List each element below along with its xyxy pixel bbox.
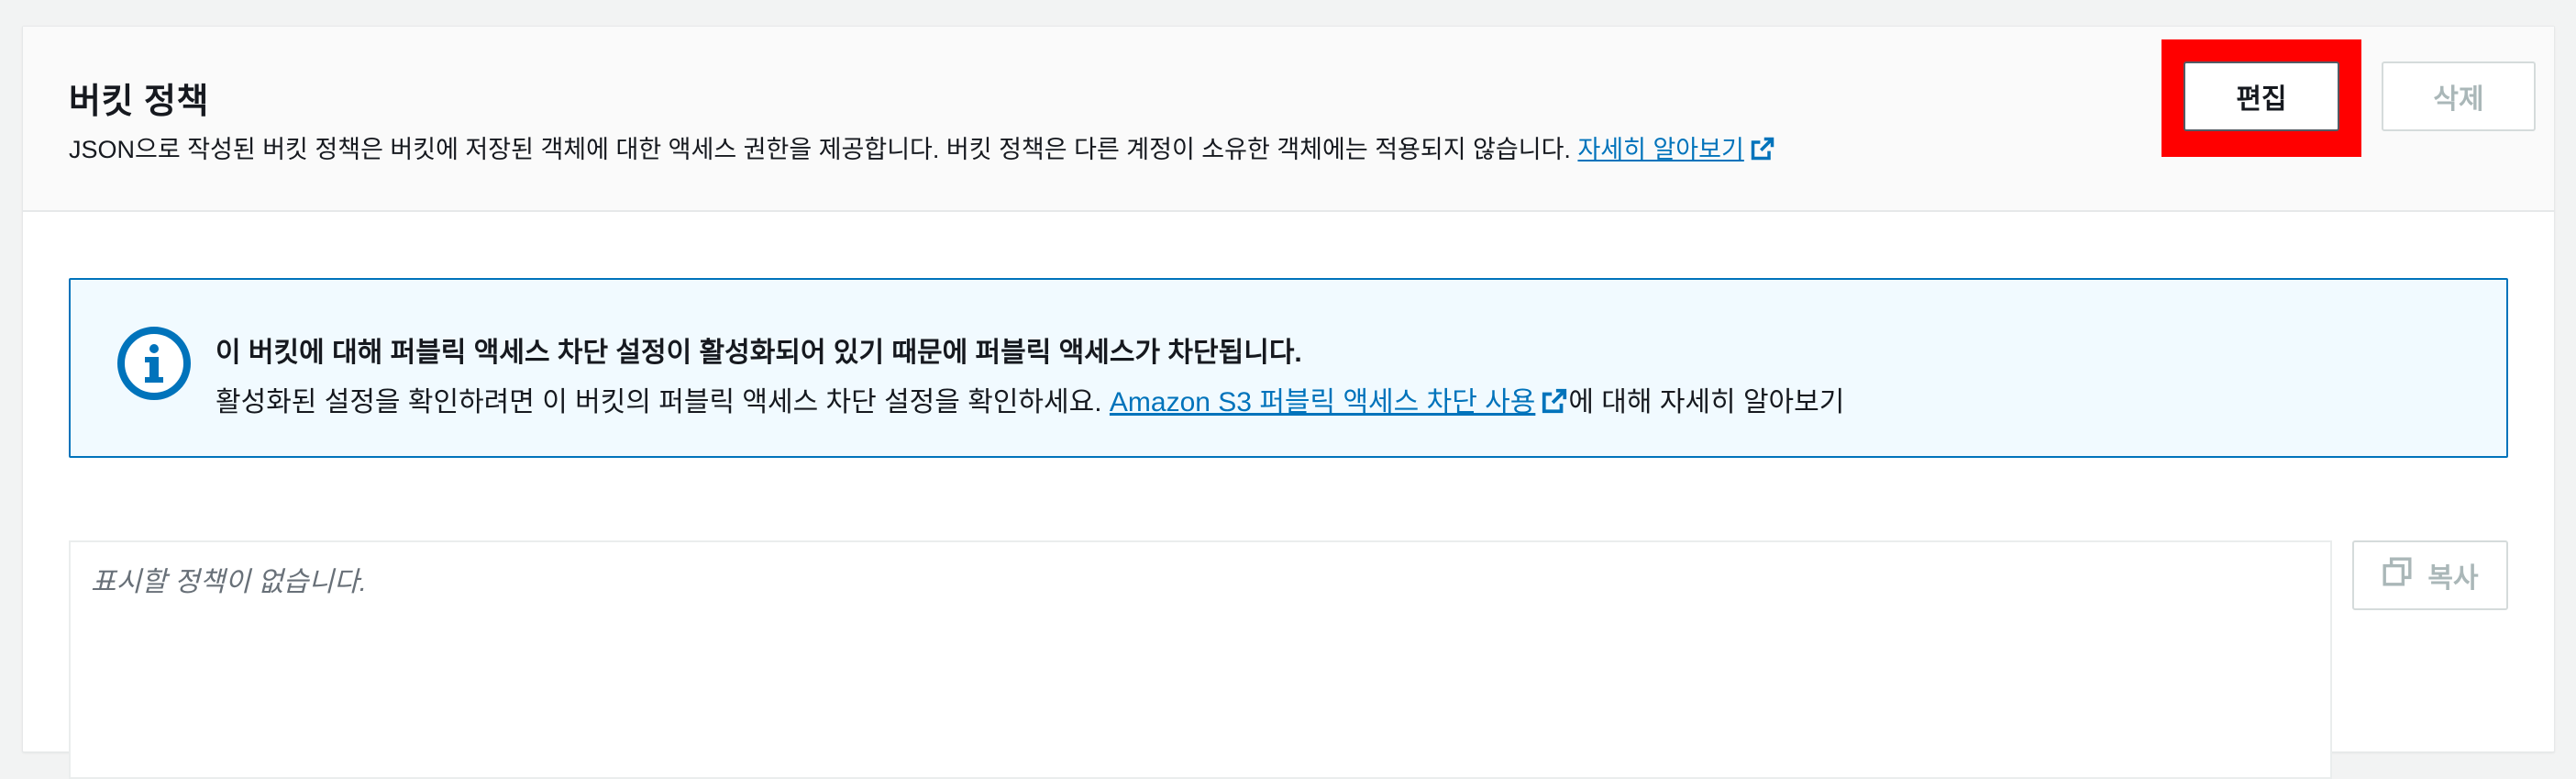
copy-icon <box>2382 556 2413 595</box>
edit-button[interactable]: 편집 <box>2184 61 2339 131</box>
alert-body: 활성화된 설정을 확인하려면 이 버킷의 퍼블릭 액세스 차단 설정을 확인하세… <box>216 379 1844 422</box>
external-link-icon <box>1750 136 1775 168</box>
external-link-icon <box>1541 387 1568 422</box>
description-text: JSON으로 작성된 버킷 정책은 버킷에 저장된 객체에 대한 액세스 권한을… <box>69 136 1571 163</box>
panel-title: 버킷 정책 <box>69 83 209 121</box>
copy-button[interactable]: 복사 <box>2352 540 2508 610</box>
panel-description: JSON으로 작성된 버킷 정책은 버킷에 저장된 객체에 대한 액세스 권한을… <box>69 129 1775 168</box>
policy-editor-box: 표시할 정책이 없습니다. <box>69 540 2332 779</box>
copy-label: 복사 <box>2427 563 2479 594</box>
learn-more-label: 자세히 알아보기 <box>1577 136 1744 163</box>
delete-button[interactable]: 삭제 <box>2382 61 2536 131</box>
policy-empty-text: 표시할 정책이 없습니다. <box>91 567 368 597</box>
alert-body-suffix: 에 대해 자세히 알아보기 <box>1568 387 1845 417</box>
panel-header: 버킷 정책 JSON으로 작성된 버킷 정책은 버킷에 저장된 객체에 대한 액… <box>23 27 2554 212</box>
public-access-alert: 이 버킷에 대해 퍼블릭 액세스 차단 설정이 활성화되어 있기 때문에 퍼블릭… <box>69 278 2508 458</box>
info-icon <box>116 326 192 401</box>
block-public-access-link[interactable]: Amazon S3 퍼블릭 액세스 차단 사용 <box>1110 387 1568 417</box>
alert-body-prefix: 활성화된 설정을 확인하려면 이 버킷의 퍼블릭 액세스 차단 설정을 확인하세… <box>216 387 1102 417</box>
learn-more-link[interactable]: 자세히 알아보기 <box>1577 136 1774 163</box>
bucket-policy-panel: 버킷 정책 JSON으로 작성된 버킷 정책은 버킷에 저장된 객체에 대한 액… <box>22 26 2555 779</box>
alert-title: 이 버킷에 대해 퍼블릭 액세스 차단 설정이 활성화되어 있기 때문에 퍼블릭… <box>216 338 1302 368</box>
block-public-access-label: Amazon S3 퍼블릭 액세스 차단 사용 <box>1109 387 1536 417</box>
